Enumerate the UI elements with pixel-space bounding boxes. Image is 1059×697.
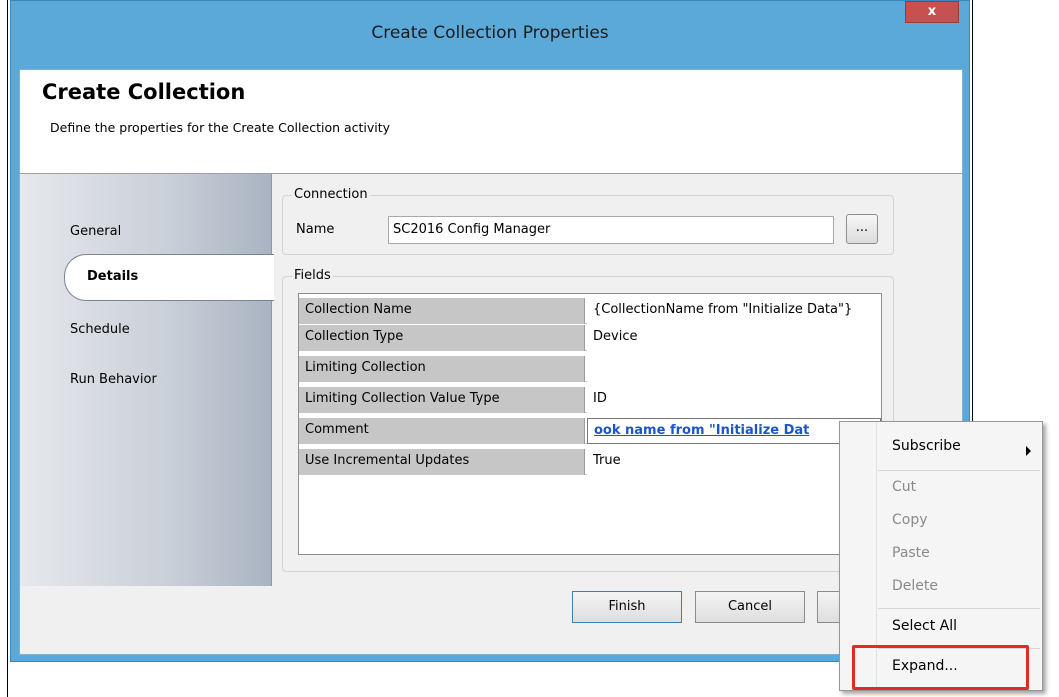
sidebar-item-general[interactable]: General [70, 224, 121, 239]
field-value-cell[interactable]: True [587, 449, 881, 475]
field-name-cell: Limiting Collection Value Type [299, 387, 585, 413]
menu-separator [878, 470, 1040, 471]
sidebar-item-run-behavior[interactable]: Run Behavior [70, 372, 157, 387]
table-row[interactable]: Limiting Collection Value Type ID [299, 387, 881, 413]
menu-separator [878, 608, 1040, 609]
field-name-cell: Collection Name [299, 298, 585, 324]
table-row[interactable]: Limiting Collection [299, 356, 881, 382]
connection-name-field[interactable]: SC2016 Config Manager [388, 216, 834, 244]
menu-item-delete[interactable]: Delete [892, 578, 938, 594]
field-name-cell: Use Incremental Updates [299, 449, 585, 475]
expand-highlight-box [852, 645, 1029, 690]
sidebar-item-label: Details [87, 269, 139, 284]
close-button[interactable]: x [905, 1, 959, 23]
menu-item-copy[interactable]: Copy [892, 512, 928, 528]
browse-button[interactable]: ... [846, 214, 878, 244]
cancel-button[interactable]: Cancel [695, 591, 805, 623]
field-name-cell: Collection Type [299, 325, 585, 351]
title-bar[interactable]: Create Collection Properties x [11, 1, 969, 69]
field-value-cell[interactable] [587, 356, 881, 382]
menu-item-cut[interactable]: Cut [892, 479, 916, 495]
field-name-cell: Comment [299, 418, 585, 444]
sidebar-item-schedule[interactable]: Schedule [70, 322, 130, 337]
menu-item-select-all[interactable]: Select All [892, 618, 957, 634]
menu-item-paste[interactable]: Paste [892, 545, 930, 561]
submenu-arrow-icon [1026, 446, 1031, 456]
connection-name-label: Name [296, 222, 335, 237]
field-value-cell[interactable]: ID [587, 387, 881, 413]
sidebar-nav: General Details Schedule Run Behavior [20, 174, 274, 586]
finish-button[interactable]: Finish [572, 591, 682, 623]
connection-group-label: Connection [292, 187, 370, 202]
sidebar-item-details[interactable]: Details [64, 254, 274, 301]
table-row[interactable]: Collection Type Device [299, 325, 881, 351]
window-title: Create Collection Properties [371, 23, 609, 43]
table-row[interactable]: Use Incremental Updates True [299, 449, 881, 475]
fields-group-label: Fields [292, 268, 333, 283]
comment-value-editor[interactable]: ook name from "Initialize Dat [587, 418, 881, 444]
field-name-cell: Limiting Collection [299, 356, 585, 382]
field-value-cell[interactable]: Device [587, 325, 881, 351]
field-value-cell[interactable]: {CollectionName from "Initialize Data"} [587, 298, 881, 324]
page-subtitle: Define the properties for the Create Col… [50, 120, 391, 135]
fields-table: Collection Name {CollectionName from "In… [298, 293, 882, 555]
dialog-header: Create Collection Define the properties … [20, 70, 962, 174]
table-row[interactable]: Comment ook name from "Initialize Dat [299, 418, 881, 444]
table-row[interactable]: Collection Name {CollectionName from "In… [299, 298, 881, 324]
menu-item-subscribe[interactable]: Subscribe [892, 438, 961, 454]
page-title: Create Collection [42, 80, 246, 104]
